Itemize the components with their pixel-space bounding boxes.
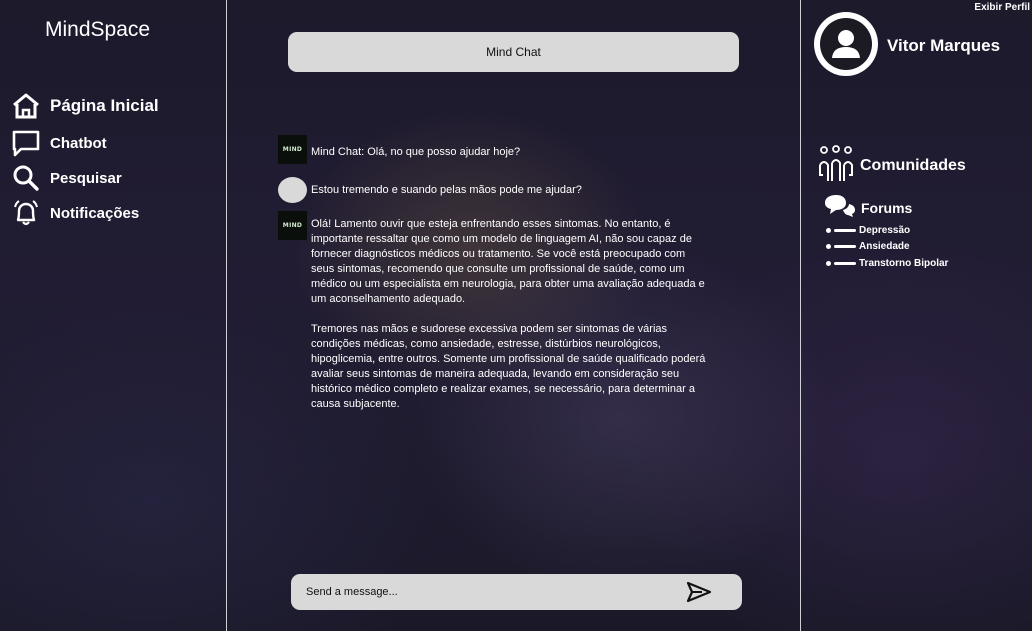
brand-logo: MindSpace — [45, 18, 151, 41]
left-divider — [226, 0, 227, 631]
search-icon — [10, 164, 42, 192]
bullet-icon — [826, 228, 831, 233]
message-paragraph: Olá! Lamento ouvir que esteja enfrentand… — [311, 218, 705, 305]
message-paragraph: Tremores nas mãos e sudorese excessiva p… — [311, 323, 706, 410]
view-profile-link[interactable]: Exibir Perfil — [974, 2, 1030, 13]
message-composer — [291, 574, 742, 610]
forums-header: Forums — [823, 194, 912, 222]
message-text: Mind Chat: Olá, no que posso ajudar hoje… — [311, 146, 521, 158]
nav-item-search[interactable]: Pesquisar — [10, 164, 122, 192]
dash-icon — [834, 245, 856, 248]
nav-label-notifications: Notificações — [50, 204, 140, 222]
communities-title: Comunidades — [860, 157, 966, 174]
right-divider — [800, 0, 801, 631]
forum-item-bipolar[interactable]: Transtorno Bipolar — [826, 258, 948, 269]
user-avatar-icon — [820, 18, 872, 70]
forum-label: Depressão — [859, 225, 911, 236]
chat-message-bot-1: MIND Mind Chat: Olá, no que posso ajudar… — [278, 135, 711, 164]
forums-title: Forums — [861, 200, 913, 216]
chat-message-user-1: Estou tremendo e suando pelas mãos pode … — [278, 177, 711, 203]
profile-name: Vitor Marques — [887, 36, 1001, 55]
forum-label: Ansiedade — [859, 241, 910, 252]
bell-icon — [10, 199, 42, 227]
message-text: Olá! Lamento ouvir que esteja enfrentand… — [311, 211, 711, 427]
forum-item-depressao[interactable]: Depressão — [826, 225, 910, 236]
dash-icon — [834, 229, 856, 232]
nav-label-chatbot: Chatbot — [50, 134, 107, 152]
message-text: Estou tremendo e suando pelas mãos pode … — [311, 184, 582, 196]
bot-avatar: MIND — [278, 135, 307, 164]
bullet-icon — [826, 261, 831, 266]
user-avatar — [278, 177, 307, 203]
chat-title: Mind Chat — [486, 45, 541, 59]
profile-avatar[interactable] — [814, 12, 878, 76]
bullet-icon — [826, 244, 831, 249]
chat-title-bar: Mind Chat — [288, 32, 739, 72]
nav-item-chatbot[interactable]: Chatbot — [10, 129, 107, 157]
dash-icon — [834, 262, 856, 265]
forum-label: Transtorno Bipolar — [859, 258, 949, 269]
forum-item-ansiedade[interactable]: Ansiedade — [826, 241, 910, 252]
nav-item-home[interactable]: Página Inicial — [10, 92, 159, 120]
message-input[interactable] — [304, 585, 668, 599]
nav-label-search: Pesquisar — [50, 169, 122, 187]
forum-bubbles-icon — [823, 194, 857, 222]
community-icon — [818, 145, 854, 187]
chat-bubble-icon — [10, 129, 42, 157]
home-icon — [10, 92, 42, 120]
nav-item-notifications[interactable]: Notificações — [10, 199, 139, 227]
bot-avatar: MIND — [278, 211, 307, 240]
nav-label-home: Página Inicial — [50, 96, 159, 115]
communities-link[interactable]: Comunidades — [818, 145, 966, 187]
chat-message-bot-2: MIND Olá! Lamento ouvir que esteja enfre… — [278, 211, 711, 427]
send-icon[interactable] — [686, 581, 712, 603]
